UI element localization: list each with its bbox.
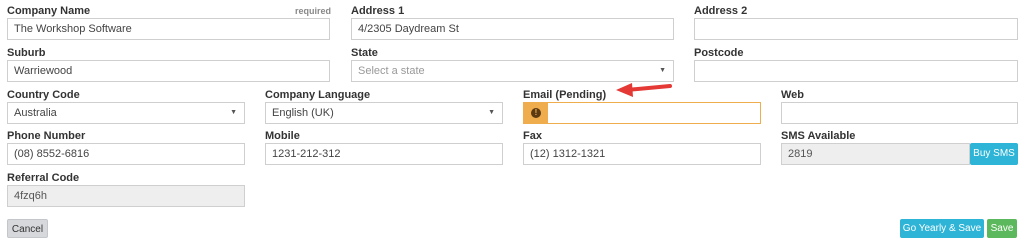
email-warning-addon: ! (524, 103, 548, 123)
go-yearly-save-button[interactable]: Go Yearly & Save (900, 219, 984, 238)
required-indicator: required (295, 6, 332, 16)
state-select[interactable]: Select a state ▼ (351, 60, 674, 82)
company-name-input[interactable]: The Workshop Software (7, 18, 330, 40)
referral-code-field: 4fzq6h (7, 185, 245, 207)
address2-input[interactable] (694, 18, 1018, 40)
postcode-input[interactable] (694, 60, 1018, 82)
address1-input[interactable]: 4/2305 Daydream St (351, 18, 674, 40)
mobile-label: Mobile (265, 130, 300, 142)
address2-label: Address 2 (694, 5, 748, 17)
country-code-select[interactable]: Australia ▼ (7, 102, 245, 124)
referral-code-label: Referral Code (7, 172, 80, 184)
state-placeholder: Select a state (358, 65, 425, 77)
fax-label: Fax (523, 130, 542, 142)
caret-down-icon: ▼ (488, 109, 495, 116)
buy-sms-button[interactable]: Buy SMS (970, 143, 1018, 165)
caret-down-icon: ▼ (230, 109, 237, 116)
state-label: State (351, 47, 378, 59)
address1-label: Address 1 (351, 5, 405, 17)
red-arrow-icon (616, 83, 672, 97)
company-name-label: Company Name (7, 5, 91, 17)
postcode-label: Postcode (694, 47, 744, 59)
cancel-button[interactable]: Cancel (7, 219, 48, 238)
suburb-label: Suburb (7, 47, 46, 59)
exclamation-circle-icon: ! (531, 108, 541, 118)
email-label: Email (Pending) (523, 89, 607, 101)
save-button[interactable]: Save (987, 219, 1017, 238)
company-language-select[interactable]: English (UK) ▼ (265, 102, 503, 124)
company-language-label: Company Language (265, 89, 371, 101)
caret-down-icon: ▼ (659, 67, 666, 74)
web-input[interactable] (781, 102, 1018, 124)
country-code-value: Australia (14, 107, 57, 119)
sms-available-label: SMS Available (781, 130, 856, 142)
country-code-label: Country Code (7, 89, 80, 101)
company-language-value: English (UK) (272, 107, 334, 119)
sms-available-field: 2819 (781, 143, 970, 165)
suburb-input[interactable]: Warriewood (7, 60, 330, 82)
phone-input[interactable]: (08) 8552-6816 (7, 143, 245, 165)
email-input[interactable]: ! (523, 102, 761, 124)
phone-label: Phone Number (7, 130, 86, 142)
web-label: Web (781, 89, 805, 101)
fax-input[interactable]: (12) 1312-1321 (523, 143, 761, 165)
mobile-input[interactable]: 1231-212-312 (265, 143, 503, 165)
